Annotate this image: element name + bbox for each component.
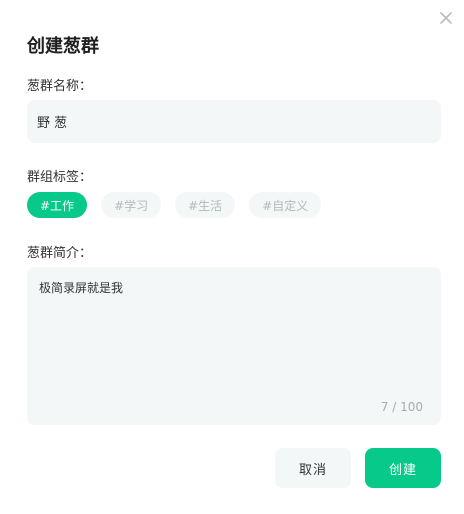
group-description-field[interactable]: 极简录屏就是我 7 / 100	[27, 267, 441, 425]
character-counter: 7 / 100	[380, 400, 423, 414]
group-name-input[interactable]	[37, 114, 431, 129]
tag-list: #工作 #学习 #生活 #自定义	[27, 192, 322, 218]
create-group-dialog: 创建葱群 葱群名称： 群组标签： #工作 #学习 #生活 #自定义 葱群简介： …	[0, 0, 464, 514]
tag-custom[interactable]: #自定义	[249, 192, 322, 218]
tag-study[interactable]: #学习	[101, 192, 162, 218]
tag-work[interactable]: #工作	[27, 192, 88, 218]
group-name-label: 葱群名称：	[27, 79, 93, 94]
group-description-label: 葱群简介：	[27, 246, 93, 261]
group-name-field[interactable]	[27, 100, 441, 143]
dialog-title: 创建葱群	[27, 36, 99, 57]
group-tags-label: 群组标签：	[27, 170, 93, 185]
create-button[interactable]: 创建	[365, 448, 441, 488]
group-description-textarea[interactable]: 极简录屏就是我	[39, 279, 429, 389]
tag-life[interactable]: #生活	[175, 192, 236, 218]
cancel-button[interactable]: 取消	[275, 448, 351, 488]
close-icon[interactable]	[439, 11, 453, 25]
